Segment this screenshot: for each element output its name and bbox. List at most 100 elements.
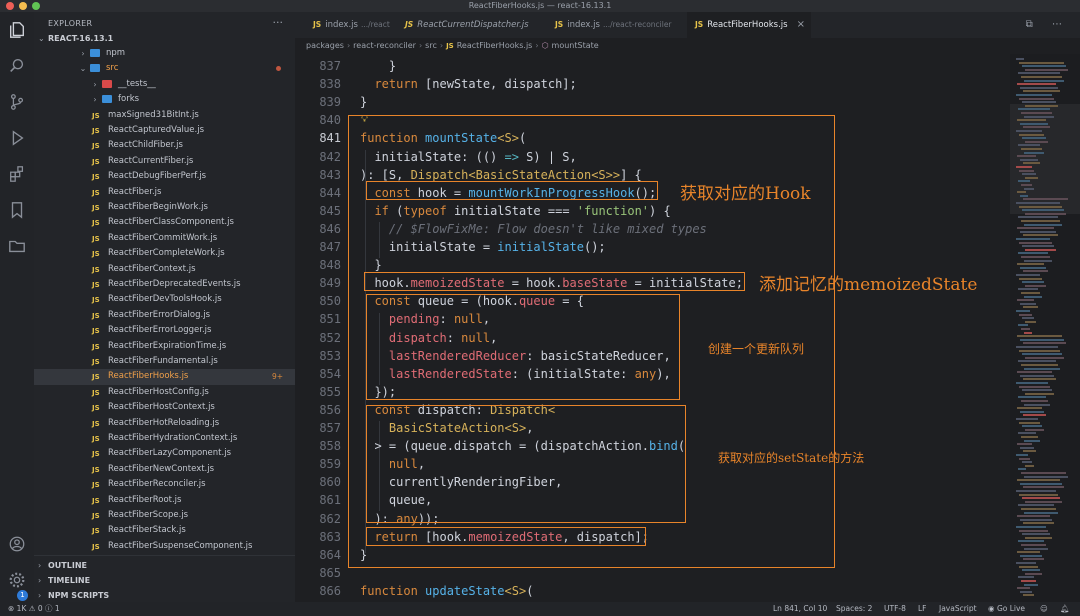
outline-section[interactable]: › OUTLINE: [34, 558, 295, 573]
broadcast-icon: ◉: [988, 604, 997, 613]
tree-file[interactable]: JS ReactFiberScope.js: [34, 508, 295, 523]
tree-item-label: src: [106, 63, 119, 74]
minimap-code-line: [1023, 486, 1064, 489]
tree-file[interactable]: JS ReactFiberDevToolsHook.js: [34, 292, 295, 307]
tree-file[interactable]: JS ReactFiberCompleteWork.js: [34, 246, 295, 261]
minimap-code-line: [1023, 522, 1054, 525]
tab-index-react-reconciler[interactable]: JS index.js .../react-reconciler: [547, 12, 685, 38]
minimap-code-line: [1019, 97, 1054, 100]
minimap-code-line: [1016, 130, 1042, 132]
breadcrumb-item[interactable]: packages: [306, 41, 344, 50]
tree-file[interactable]: JS ReactChildFiber.js: [34, 138, 295, 153]
tab-react-current-dispatcher[interactable]: JS ReactCurrentDispatcher.js: [397, 12, 545, 38]
minimap-code-line: [1019, 205, 1062, 208]
go-live-button[interactable]: ◉ Go Live: [988, 602, 1025, 616]
breadcrumb-item[interactable]: mountState: [552, 41, 599, 50]
minimap-code-line: [1022, 461, 1032, 464]
tree-file[interactable]: JS ReactFiberContext.js: [34, 262, 295, 277]
tree-file[interactable]: JS ReactFiberCommitWork.js: [34, 231, 295, 246]
minimap-code-line: [1021, 328, 1030, 330]
tree-file[interactable]: JS ReactFiberHostConfig.js: [34, 385, 295, 400]
extensions-icon[interactable]: [7, 164, 27, 184]
search-icon[interactable]: [7, 56, 27, 76]
timeline-section[interactable]: › TIMELINE: [34, 573, 295, 588]
minimap-code-line: [1023, 306, 1038, 309]
account-icon[interactable]: [7, 534, 27, 554]
bookmark-icon[interactable]: [7, 200, 27, 220]
explorer-files-icon[interactable]: [7, 20, 27, 40]
minimap-code-line: [1016, 238, 1050, 240]
tree-file[interactable]: JS ReactFiberBeginWork.js: [34, 200, 295, 215]
folder-icon[interactable]: [7, 236, 27, 256]
tree-file[interactable]: JS ReactFiberFundamental.js: [34, 354, 295, 369]
breadcrumb-item[interactable]: ReactFiberHooks.js: [457, 41, 533, 50]
cursor-position[interactable]: Ln 841, Col 10: [773, 602, 827, 616]
tree-file[interactable]: JS ReactFiberErrorLogger.js: [34, 323, 295, 338]
tab-index-react[interactable]: JS index.js .../react: [305, 12, 397, 38]
minimap-code-line: [1023, 234, 1058, 237]
tree-file[interactable]: JS ReactFiberSuspenseComponent.js: [34, 539, 295, 554]
tree-file[interactable]: JS ReactDebugFiberPerf.js: [34, 169, 295, 184]
tab-react-fiber-hooks[interactable]: JS ReactFiberHooks.js ×: [687, 12, 811, 38]
minimap-code-line: [1019, 277, 1042, 280]
tree-file[interactable]: JS ReactFiberExpirationTime.js: [34, 339, 295, 354]
tree-file[interactable]: JS ReactCapturedValue.js: [34, 123, 295, 138]
indentation-setting[interactable]: Spaces: 2: [836, 602, 872, 616]
minimap-code-line: [1016, 526, 1046, 528]
annotation-set-state: 获取对应的setState的方法: [718, 451, 865, 465]
tree-file[interactable]: JS ReactFiberHooks.js 9+: [34, 369, 295, 385]
tree-item-label: ReactFiberErrorLogger.js: [108, 325, 212, 336]
encoding-setting[interactable]: UTF-8: [884, 602, 906, 616]
tree-folder[interactable]: › npm: [34, 46, 295, 61]
minimap-code-line: [1024, 403, 1050, 406]
tree-folder[interactable]: › __tests__: [34, 77, 295, 92]
settings-gear-icon[interactable]: [7, 570, 27, 590]
tree-file[interactable]: JS ReactFiberHydrationContext.js: [34, 431, 295, 446]
tree-file[interactable]: JS ReactFiberRoot.js: [34, 493, 295, 508]
minimap-code-line: [1020, 554, 1042, 557]
chevron-down-icon: ⌄: [38, 34, 45, 43]
js-file-icon: JS: [92, 512, 100, 520]
tree-file[interactable]: JS ReactFiberReconciler.js: [34, 477, 295, 492]
problems-indicator[interactable]: ⊗ 1K ⚠ 0 ⓘ 1: [8, 602, 60, 616]
minimap-code-line: [1019, 421, 1040, 424]
tree-item-label: ReactChildFiber.js: [108, 140, 183, 151]
minimap-code-line: [1018, 360, 1056, 363]
tree-file[interactable]: JS maxSigned31BitInt.js: [34, 108, 295, 123]
code-text: }: [360, 93, 367, 111]
tree-file[interactable]: JS ReactFiberLazyComponent.js: [34, 446, 295, 461]
tree-file[interactable]: JS ReactCurrentFiber.js: [34, 154, 295, 169]
editor-actions[interactable]: ⧉ ⋯: [1026, 19, 1070, 30]
tree-file[interactable]: JS ReactFiberNewContext.js: [34, 462, 295, 477]
minimap[interactable]: [1010, 54, 1080, 602]
tree-file[interactable]: JS ReactFiberStack.js: [34, 523, 295, 538]
tree-folder[interactable]: ⌄ src: [34, 61, 295, 76]
language-mode[interactable]: JavaScript: [939, 602, 977, 616]
tab-close-icon[interactable]: ×: [797, 12, 805, 38]
minimap-code-line: [1021, 292, 1040, 294]
minimap-code-line: [1019, 529, 1048, 532]
feedback-icon[interactable]: ☺: [1040, 602, 1048, 616]
tree-file[interactable]: JS ReactFiberClassComponent.js: [34, 215, 295, 230]
breadcrumb-item[interactable]: react-reconciler: [353, 41, 416, 50]
js-file-icon: JS: [92, 435, 100, 443]
minimap-code-line: [1025, 572, 1042, 575]
tree-folder[interactable]: › forks: [34, 92, 295, 107]
minimap-code-line: [1021, 256, 1050, 258]
tree-file[interactable]: JS ReactFiberErrorDialog.js: [34, 308, 295, 323]
npm-scripts-section[interactable]: › NPM SCRIPTS: [34, 588, 295, 603]
tree-file[interactable]: JS ReactFiber.js: [34, 185, 295, 200]
source-control-icon[interactable]: [7, 92, 27, 112]
tab-label: index.js: [567, 20, 600, 30]
queue-highlight-box: [366, 294, 680, 400]
eol-setting[interactable]: LF: [918, 602, 927, 616]
tree-file[interactable]: JS ReactFiberHostContext.js: [34, 400, 295, 415]
notifications-bell-icon[interactable]: 🔔︎: [1060, 602, 1070, 616]
workspace-root[interactable]: ⌄ REACT-16.13.1: [34, 31, 295, 46]
js-file-icon: JS: [92, 527, 100, 536]
explorer-more-actions-button[interactable]: ···: [273, 16, 284, 29]
tree-file[interactable]: JS ReactFiberHotReloading.js: [34, 416, 295, 431]
breadcrumb-item[interactable]: src: [425, 41, 437, 50]
tree-file[interactable]: JS ReactFiberDeprecatedEvents.js: [34, 277, 295, 292]
run-debug-icon[interactable]: [7, 128, 27, 148]
